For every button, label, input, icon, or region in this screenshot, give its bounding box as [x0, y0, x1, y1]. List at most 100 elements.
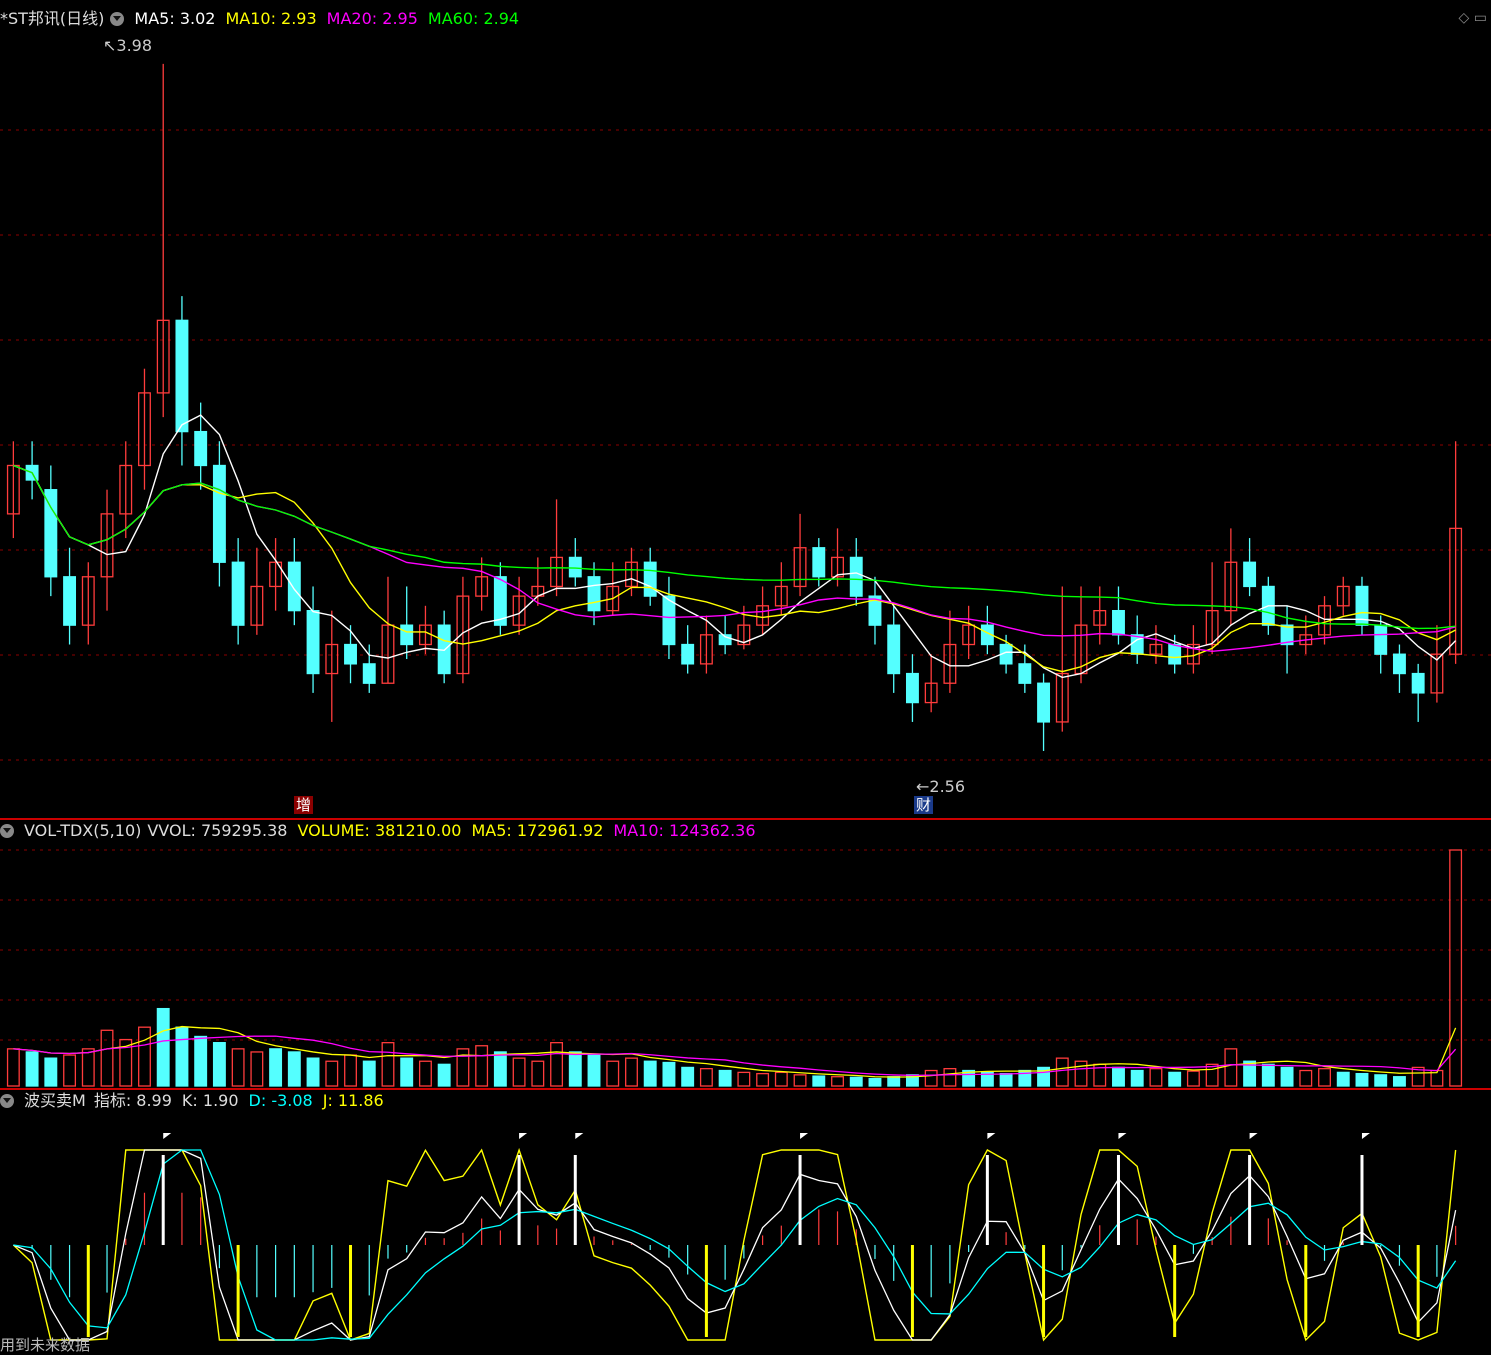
candle-body: [231, 561, 245, 626]
candle-body: [400, 624, 414, 646]
volume-bar: [625, 1057, 638, 1087]
ma20-label: MA20: 2.95: [326, 9, 418, 28]
volume-bar: [1374, 1074, 1388, 1087]
sell-signal-flag: [1249, 1133, 1258, 1139]
volume-bar: [681, 1066, 695, 1087]
volume-bar: [718, 1069, 732, 1087]
ma10-label: MA10: 2.93: [225, 9, 317, 28]
volume-indicator-name: VOL-TDX(5,10): [24, 821, 142, 840]
sell-signal-flag: [163, 1133, 172, 1139]
vol-ma10-label: MA10: 124362.36: [613, 821, 756, 840]
volume-bar: [381, 1042, 395, 1087]
vol-ma5-label: MA5: 172961.92: [471, 821, 604, 840]
candle-body: [1037, 682, 1051, 723]
price-panel[interactable]: *ST邦讯(日线) MA5: 3.02 MA10: 2.93 MA20: 2.95 MA…: [0, 0, 1491, 818]
volume-bar: [643, 1060, 657, 1087]
volume-bar: [231, 1048, 245, 1087]
volume-bar: [63, 1054, 77, 1087]
candle-body: [568, 556, 582, 578]
candle-body: [905, 672, 919, 704]
candle-body: [1112, 609, 1125, 636]
j-label: J: 11.86: [322, 1091, 384, 1110]
volume-bar: [269, 1048, 283, 1087]
candle-body: [662, 595, 676, 646]
k-label: K: 1.90: [181, 1091, 239, 1110]
volume-bar: [1186, 1070, 1200, 1087]
volume-bar: [756, 1072, 770, 1087]
volume-bar: [924, 1069, 938, 1087]
candle-body: [587, 576, 601, 612]
ma10-line: [13, 464, 1456, 673]
volume-bar: [138, 1026, 151, 1087]
candle-body: [175, 319, 189, 433]
volume-bar: [737, 1071, 751, 1087]
volume-bar: [400, 1057, 414, 1087]
window-controls[interactable]: ◇ ▭: [1459, 10, 1487, 26]
volume-panel[interactable]: VOL-TDX(5,10) VVOL: 759295.38 VOLUME: 3812…: [0, 818, 1491, 1090]
volume-bar: [1355, 1072, 1369, 1087]
volume-bar: [1205, 1063, 1219, 1087]
price-chart[interactable]: [0, 0, 1491, 818]
volume-dropdown-icon[interactable]: [0, 824, 14, 838]
indicator-chart[interactable]: [0, 1090, 1491, 1352]
candle-body: [44, 489, 58, 578]
volume-ma5-line: [13, 1025, 1457, 1078]
sell-signal-flag: [1118, 1133, 1127, 1139]
ma5-label: MA5: 3.02: [134, 9, 216, 28]
indicator-header: 波买卖M 指标: 8.99 K: 1.90 D: -3.08 J: 11.86: [0, 1090, 394, 1112]
volume-bar: [662, 1061, 676, 1087]
sell-signal-flag: [987, 1133, 996, 1139]
volume-bar: [587, 1054, 601, 1087]
sell-signal-flag: [800, 1133, 809, 1139]
volume-bar: [1318, 1068, 1331, 1087]
stock-title: *ST邦讯(日线): [0, 9, 105, 28]
candle-body: [306, 609, 320, 675]
candle-body: [849, 556, 863, 597]
sell-signal-flag: [519, 1133, 528, 1139]
volume-bar: [194, 1035, 208, 1087]
volume-bar: [156, 1007, 170, 1087]
ma60-label: MA60: 2.94: [427, 9, 520, 28]
d-line: [13, 1149, 1457, 1341]
candle-body: [362, 663, 376, 684]
low-price-value: 2.56: [929, 777, 966, 796]
volume-bar: [831, 1076, 844, 1087]
volume-bar: [1224, 1048, 1238, 1087]
volume-bar: [100, 1029, 114, 1087]
candle-body: [887, 624, 901, 675]
volume-chart[interactable]: [0, 820, 1491, 1088]
volume-bar: [1074, 1060, 1088, 1087]
indicator-name: 波买卖M: [24, 1091, 86, 1110]
low-price-label: ←2.56: [916, 777, 966, 796]
volume-bar: [568, 1051, 582, 1087]
volume-bar: [6, 1048, 20, 1087]
volume-bar: [699, 1068, 713, 1087]
indicator-panel[interactable]: 波买卖M 指标: 8.99 K: 1.90 D: -3.08 J: 11.86 用到未来…: [0, 1088, 1491, 1354]
volume-bar: [44, 1057, 58, 1087]
candle-body: [1411, 672, 1425, 694]
high-price-label: ↖3.98: [103, 36, 153, 55]
tag-zeng[interactable]: 增: [294, 796, 314, 814]
volume-bar: [344, 1054, 357, 1087]
high-price-value: 3.98: [116, 36, 153, 55]
volume-bar: [1392, 1076, 1406, 1087]
volume-bar: [175, 1026, 189, 1087]
volume-bar: [1336, 1071, 1350, 1087]
volume-bar: [475, 1045, 489, 1087]
volume-bar: [1112, 1066, 1125, 1087]
dropdown-icon[interactable]: [110, 12, 125, 26]
candle-body: [63, 576, 77, 626]
volume-bar: [1299, 1069, 1313, 1087]
volume-bar: [999, 1072, 1013, 1087]
vvol-label: VVOL: 759295.38: [147, 821, 288, 840]
indicator-dropdown-icon[interactable]: [0, 1094, 14, 1108]
volume-bar: [887, 1076, 901, 1087]
tag-cai[interactable]: 财: [914, 796, 934, 814]
price-header: *ST邦讯(日线) MA5: 3.02 MA10: 2.93 MA20: 2.95 MA…: [0, 8, 529, 30]
volume-bar: [437, 1063, 451, 1087]
volume-bar: [849, 1076, 863, 1087]
ma5-line: [13, 414, 1457, 679]
volume-bar: [1449, 849, 1463, 1087]
volume-bar: [1168, 1071, 1182, 1087]
d-label: D: -3.08: [248, 1091, 313, 1110]
